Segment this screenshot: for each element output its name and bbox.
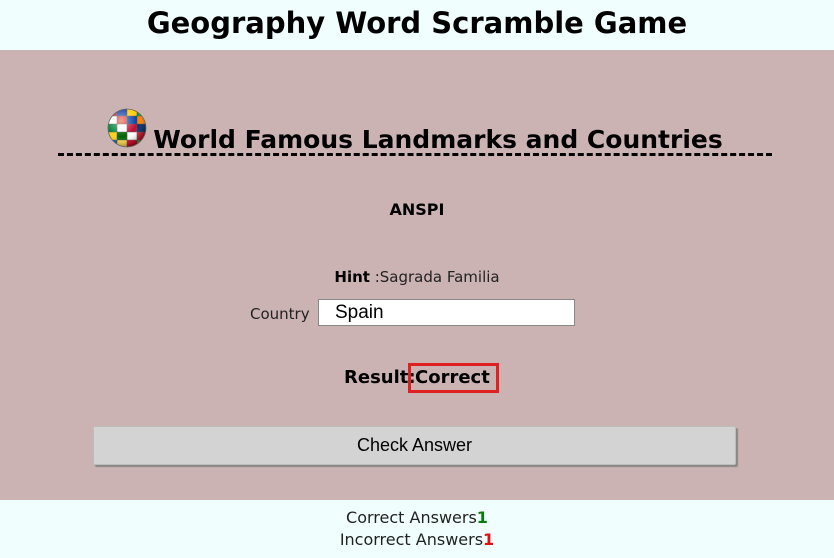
incorrect-answers-line: Incorrect Answers1 xyxy=(0,529,834,551)
game-panel: World Famous Landmarks and Countries ANS… xyxy=(0,50,834,500)
correct-answers-line: Correct Answers1 xyxy=(0,507,834,529)
correct-answers-label: Correct Answers xyxy=(346,508,477,527)
result-line: Result: Correct xyxy=(344,363,499,393)
correct-answers-count: 1 xyxy=(476,508,488,527)
hint-label: Hint xyxy=(334,268,370,286)
score-area: Correct Answers1 Incorrect Answers1 xyxy=(0,507,834,551)
result-label: Result: xyxy=(344,367,416,388)
hint-separator: : xyxy=(369,268,380,286)
result-value: Correct xyxy=(408,363,499,393)
hint-line: Hint :Sagrada Familia xyxy=(0,268,834,286)
hint-text: Sagrada Familia xyxy=(379,268,500,286)
category-title: World Famous Landmarks and Countries xyxy=(153,125,723,154)
country-input[interactable] xyxy=(318,299,575,326)
check-answer-button[interactable]: Check Answer xyxy=(93,426,736,465)
scrambled-word: ANSPI xyxy=(389,200,445,219)
country-label: Country xyxy=(250,305,310,323)
globe-flags-icon xyxy=(107,108,147,148)
category-heading: World Famous Landmarks and Countries xyxy=(58,108,772,156)
incorrect-answers-count: 1 xyxy=(483,530,495,549)
page-title: Geography Word Scramble Game xyxy=(146,6,688,40)
incorrect-answers-label: Incorrect Answers xyxy=(339,530,484,549)
